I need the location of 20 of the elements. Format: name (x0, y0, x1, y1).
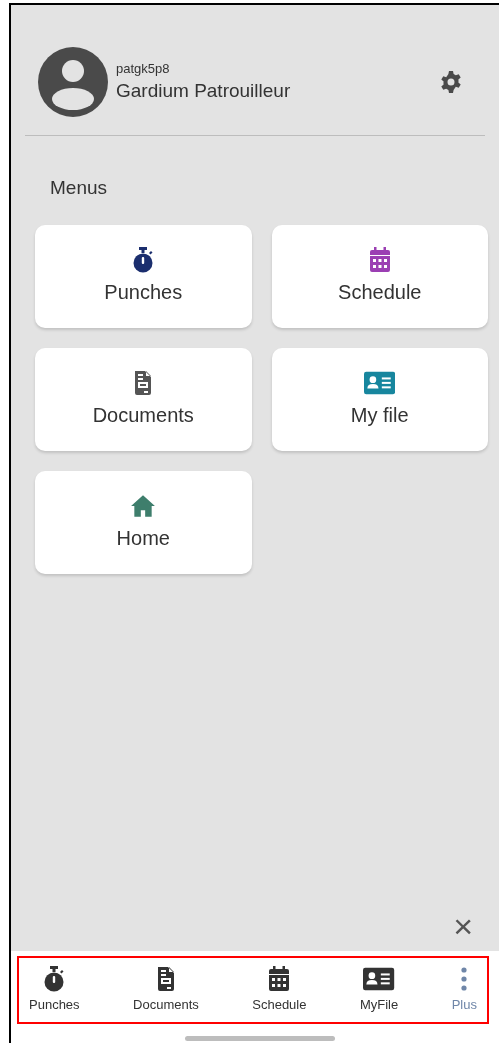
user-name: Gardium Patrouilleur (116, 78, 291, 103)
more-icon (460, 966, 469, 993)
menu-card[interactable]: Schedule (271, 224, 488, 328)
nav-tab[interactable]: Plus (451, 965, 477, 1015)
username: patgk5p8 (116, 60, 171, 78)
menu-card[interactable]: My file (271, 347, 488, 451)
settings-icon[interactable] (439, 70, 463, 94)
id-card-icon (363, 966, 395, 993)
avatar-icon (38, 47, 108, 117)
section-title: Menus (50, 176, 109, 200)
close-button[interactable]: × (453, 909, 473, 943)
home-icon (130, 493, 157, 519)
nav-tab[interactable]: Punches (29, 965, 80, 1015)
id-card-icon (364, 370, 396, 396)
nav-tab[interactable]: MyFile (359, 965, 399, 1015)
menu-card[interactable]: Documents (35, 347, 252, 451)
nav-tab[interactable]: Schedule (252, 965, 307, 1015)
nav-tab[interactable]: Documents (133, 965, 199, 1015)
menu-card[interactable]: Home (35, 470, 252, 574)
menu-card[interactable]: Punches (35, 224, 252, 328)
